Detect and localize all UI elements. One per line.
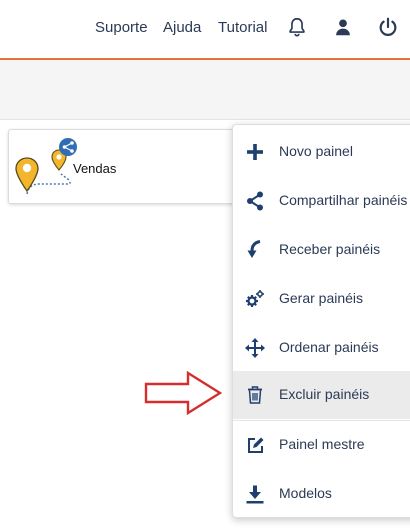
menu-item-painel-mestre[interactable]: Painel mestre (233, 421, 410, 469)
map-route-icon (15, 138, 77, 195)
menu-item-excluir[interactable]: Excluir painéis (233, 371, 410, 419)
power-icon[interactable] (377, 16, 399, 38)
menu-item-modelos[interactable]: Modelos (233, 470, 410, 518)
edit-icon (248, 437, 264, 453)
menu-item-label: Modelos (279, 485, 332, 501)
toolbar-area (0, 60, 410, 120)
dashboard-actions-menu: Novo painel Compartilhar painéis Receber… (232, 124, 410, 518)
menu-item-novo-painel[interactable]: Novo painel (233, 128, 410, 176)
menu-item-label: Painel mestre (279, 436, 365, 452)
download-icon (246, 485, 264, 504)
menu-item-label: Compartilhar painéis (279, 192, 408, 208)
menu-item-label: Gerar painéis (279, 290, 364, 306)
help-link[interactable]: Ajuda (163, 19, 201, 36)
red-outline-arrow-icon (144, 371, 222, 415)
gears-icon (246, 290, 264, 307)
menu-item-compartilhar[interactable]: Compartilhar painéis (233, 177, 410, 225)
user-icon[interactable] (332, 16, 354, 38)
menu-item-label: Ordenar painéis (279, 339, 379, 355)
move-arrows-icon (245, 338, 265, 358)
bell-icon[interactable] (286, 16, 308, 38)
menu-item-ordenar[interactable]: Ordenar painéis (233, 324, 410, 372)
plus-icon (247, 144, 263, 160)
tutorial-link[interactable]: Tutorial (218, 19, 267, 36)
card-title: Vendas (73, 161, 117, 176)
menu-item-receber[interactable]: Receber painéis (233, 226, 410, 274)
receive-arrow-icon (247, 240, 261, 258)
top-navigation-bar: Suporte Ajuda Tutorial (0, 0, 410, 58)
trash-icon (248, 386, 262, 404)
menu-item-label: Novo painel (279, 143, 353, 159)
dashboard-card-vendas[interactable]: Vendas (8, 129, 244, 204)
share-icon (247, 191, 263, 211)
menu-item-label: Excluir painéis (279, 386, 370, 402)
support-link[interactable]: Suporte (95, 19, 148, 36)
menu-item-gerar[interactable]: Gerar painéis (233, 275, 410, 323)
menu-item-label: Receber painéis (279, 241, 381, 257)
